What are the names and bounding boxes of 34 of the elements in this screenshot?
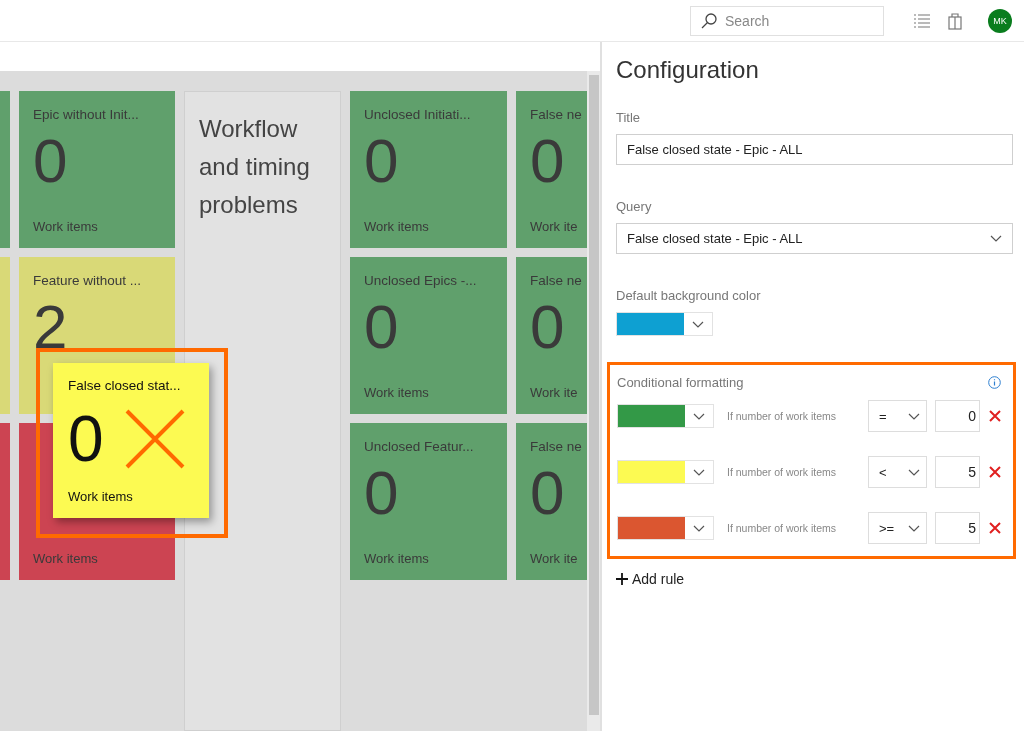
panel-title: Configuration (616, 56, 760, 84)
tile-count: 0 (364, 296, 400, 358)
tile-title: False ne (530, 107, 583, 122)
field-label: Query (616, 199, 653, 214)
tile-title: Epic without Init... (33, 107, 140, 122)
rule-condition: If number of work items (727, 466, 838, 478)
group-title: Workflow and timing problems (199, 114, 311, 220)
section-label: Conditional formatting (617, 375, 744, 390)
tile-caption: Work ite (530, 385, 579, 400)
tile-title: False ne (530, 273, 583, 288)
tile-title: False ne (530, 439, 583, 454)
field-label: Title (616, 110, 642, 125)
tile-caption: Work items (33, 551, 99, 566)
tile-caption: Work items (364, 551, 430, 566)
rule-condition: If number of work items (727, 522, 838, 534)
tile-title: Unclosed Featur... (364, 439, 475, 454)
tile-count: 0 (364, 130, 400, 192)
tile-count: 0 (530, 296, 566, 358)
tile-caption: Work items (364, 385, 430, 400)
tile-caption: Work ite (530, 551, 579, 566)
tile-title: Unclosed Epics -... (364, 273, 478, 288)
tile-caption: Work items (68, 489, 134, 504)
field-label: Default background color (616, 288, 762, 303)
tile-count: 0 (530, 130, 566, 192)
tile-title: Feature without ... (33, 273, 143, 288)
tile-title: Unclosed Initiati... (364, 107, 472, 122)
tile-count: 0 (33, 130, 69, 192)
tile-caption: Work items (33, 219, 99, 234)
tile-caption: Work items (364, 219, 430, 234)
tile-count: 0 (530, 462, 566, 524)
rule-condition: If number of work items (727, 410, 838, 422)
tile-caption: Work ite (530, 219, 579, 234)
tile-count: 0 (364, 462, 400, 524)
tile-count: 2 (33, 296, 69, 358)
